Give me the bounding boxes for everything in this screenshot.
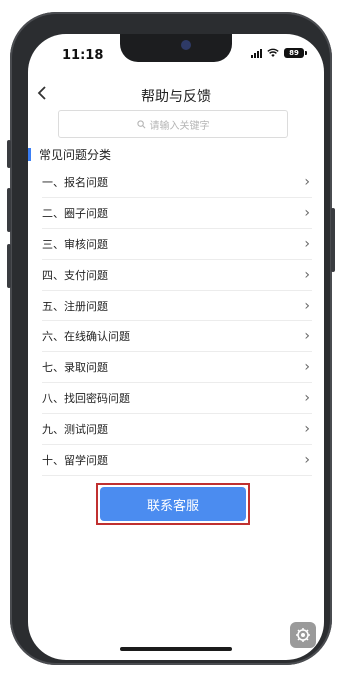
notch	[120, 34, 232, 62]
status-time: 11:18	[62, 48, 104, 63]
list-item[interactable]: 七、录取问题 ›	[42, 352, 312, 384]
list-item-label: 十、留学问题	[42, 453, 108, 467]
search-input[interactable]: 请输入关键字	[58, 110, 288, 138]
status-icons: 89	[251, 48, 307, 58]
phone-frame: 11:18 89 帮助与反馈 请输入关键字 常见问题分类 一、报名问题 › 二、…	[7, 12, 335, 665]
list-item-label: 七、录取问题	[42, 361, 108, 375]
list-item-label: 三、审核问题	[42, 237, 108, 251]
page-title: 帮助与反馈	[141, 89, 211, 105]
list-item[interactable]: 六、在线确认问题 ›	[42, 321, 312, 353]
chevron-right-icon: ›	[304, 173, 310, 190]
search-placeholder: 请输入关键字	[149, 120, 210, 132]
floating-settings-button[interactable]	[290, 622, 316, 648]
chevron-right-icon: ›	[304, 297, 310, 314]
list-item-label: 五、注册问题	[42, 299, 108, 313]
gear-icon	[296, 628, 310, 642]
list-item[interactable]: 九、测试问题 ›	[42, 414, 312, 446]
category-list: 一、报名问题 › 二、圈子问题 › 三、审核问题 › 四、支付问题 › 五、注册问题 › …	[42, 167, 312, 476]
wifi-icon	[267, 48, 279, 57]
list-item-label: 四、支付问题	[42, 268, 108, 282]
volume-up-button	[7, 188, 11, 232]
power-button	[331, 208, 335, 272]
home-indicator	[120, 647, 232, 651]
chevron-right-icon: ›	[304, 204, 310, 221]
battery-icon: 89	[284, 48, 307, 58]
list-item-label: 八、找回密码问题	[42, 392, 130, 406]
camera	[181, 40, 191, 50]
chevron-right-icon: ›	[304, 451, 310, 468]
list-item[interactable]: 二、圈子问题 ›	[42, 198, 312, 229]
list-item[interactable]: 四、支付问题 ›	[42, 260, 312, 291]
chevron-right-icon: ›	[304, 266, 310, 283]
chevron-right-icon: ›	[304, 359, 310, 376]
section-accent-bar	[28, 147, 31, 161]
list-item[interactable]: 八、找回密码问题 ›	[42, 383, 312, 415]
list-item[interactable]: 三、审核问题 ›	[42, 229, 312, 260]
list-item[interactable]: 一、报名问题 ›	[42, 167, 312, 198]
contact-service-button[interactable]: 联系客服	[100, 487, 246, 521]
search-icon	[136, 119, 146, 129]
list-item-label: 二、圈子问题	[42, 206, 108, 220]
list-item-label: 九、测试问题	[42, 423, 108, 437]
list-item[interactable]: 五、注册问题 ›	[42, 291, 312, 322]
signal-icon	[251, 48, 262, 58]
side-button	[7, 140, 11, 168]
nav-bar: 帮助与反馈	[28, 78, 324, 112]
chevron-right-icon: ›	[304, 328, 310, 345]
chevron-right-icon: ›	[304, 235, 310, 252]
list-item[interactable]: 十、留学问题 ›	[42, 445, 312, 476]
list-item-label: 一、报名问题	[42, 175, 108, 189]
chevron-right-icon: ›	[304, 421, 310, 438]
list-item-label: 六、在线确认问题	[42, 330, 130, 344]
section-label: 常见问题分类	[39, 147, 112, 162]
chevron-right-icon: ›	[304, 390, 310, 407]
volume-down-button	[7, 244, 11, 288]
section-header: 常见问题分类	[28, 145, 111, 163]
screen: 11:18 89 帮助与反馈 请输入关键字 常见问题分类 一、报名问题 › 二、…	[28, 34, 324, 660]
